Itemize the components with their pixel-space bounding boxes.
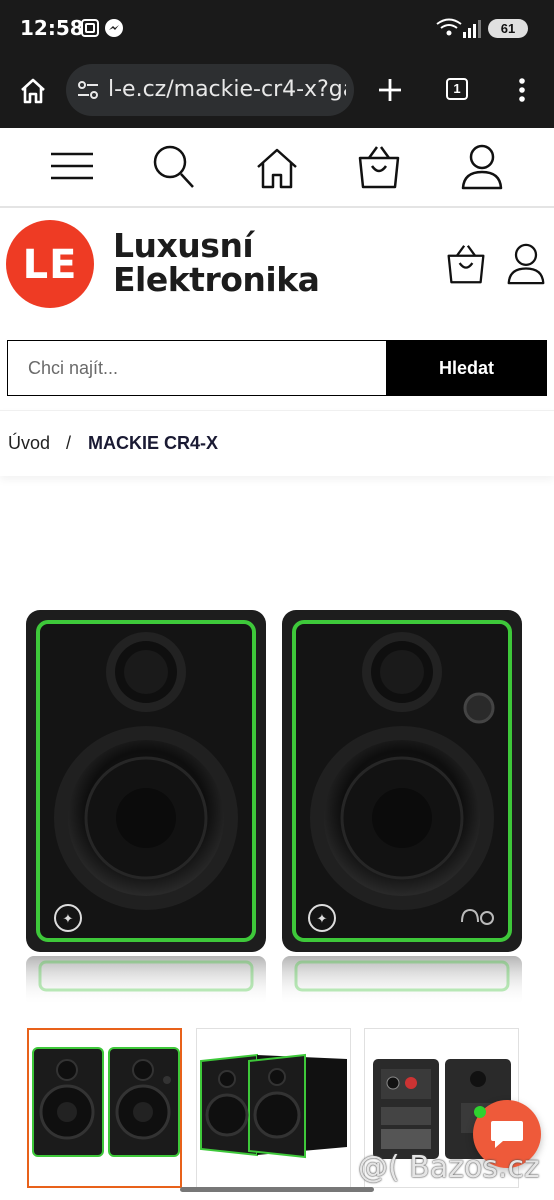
browser-home-icon[interactable] bbox=[18, 76, 48, 111]
site-header: LE Luxusní Elektronika bbox=[0, 210, 554, 330]
online-status-dot bbox=[474, 1106, 486, 1118]
logo-text: LE bbox=[22, 242, 78, 288]
search-button[interactable]: Hledat bbox=[386, 340, 547, 396]
screenshot-icon bbox=[80, 18, 100, 43]
thumbnail-angled-pair[interactable] bbox=[196, 1028, 351, 1188]
brand-name-line2: Elektronika bbox=[113, 260, 320, 299]
bazos-watermark: @( Bazos.cz bbox=[358, 1150, 540, 1185]
breadcrumb: Úvod / MACKIE CR4-X bbox=[0, 410, 554, 476]
search-icon[interactable] bbox=[152, 144, 196, 195]
url-bar[interactable]: l-e.cz/mackie-cr4-x?gad bbox=[66, 64, 354, 116]
user-account-icon[interactable] bbox=[460, 144, 504, 195]
hamburger-menu-icon[interactable] bbox=[50, 150, 94, 187]
breadcrumb-current: MACKIE CR4-X bbox=[88, 433, 219, 453]
product-search: Hledat bbox=[7, 340, 547, 396]
account-icon[interactable] bbox=[506, 243, 546, 290]
signal-icon bbox=[462, 20, 482, 43]
wifi-icon bbox=[436, 18, 462, 43]
svg-text:✦: ✦ bbox=[63, 912, 74, 927]
battery-indicator: 61 bbox=[488, 19, 528, 38]
site-settings-icon[interactable] bbox=[76, 78, 100, 107]
browser-toolbar: l-e.cz/mackie-cr4-x?gad 1 bbox=[0, 58, 554, 128]
svg-text:✦: ✦ bbox=[317, 912, 328, 927]
messenger-icon bbox=[104, 18, 124, 43]
tab-switcher-button[interactable]: 1 bbox=[446, 78, 468, 100]
status-time: 12:58 bbox=[20, 16, 84, 40]
left-speaker: ✦ bbox=[26, 610, 266, 952]
shopping-bag-icon[interactable] bbox=[357, 144, 401, 195]
product-main-image[interactable]: ✦ ✦ bbox=[0, 596, 554, 1016]
cart-icon[interactable] bbox=[445, 243, 487, 290]
site-nav-bar bbox=[0, 128, 554, 208]
right-speaker: ✦ bbox=[282, 610, 522, 952]
status-bar: 12:58 61 bbox=[0, 0, 554, 58]
more-menu-icon[interactable] bbox=[510, 76, 534, 109]
breadcrumb-separator: / bbox=[66, 433, 72, 453]
breadcrumb-home-link[interactable]: Úvod bbox=[8, 433, 50, 454]
gesture-home-bar[interactable] bbox=[180, 1187, 374, 1192]
battery-level: 61 bbox=[500, 21, 516, 36]
home-icon[interactable] bbox=[255, 146, 299, 195]
search-input[interactable] bbox=[7, 340, 387, 396]
thumbnail-front-pair[interactable] bbox=[27, 1028, 182, 1188]
brand-logo[interactable]: LE bbox=[6, 220, 94, 308]
url-text[interactable]: l-e.cz/mackie-cr4-x?gad bbox=[108, 77, 346, 102]
new-tab-icon[interactable] bbox=[376, 76, 404, 109]
